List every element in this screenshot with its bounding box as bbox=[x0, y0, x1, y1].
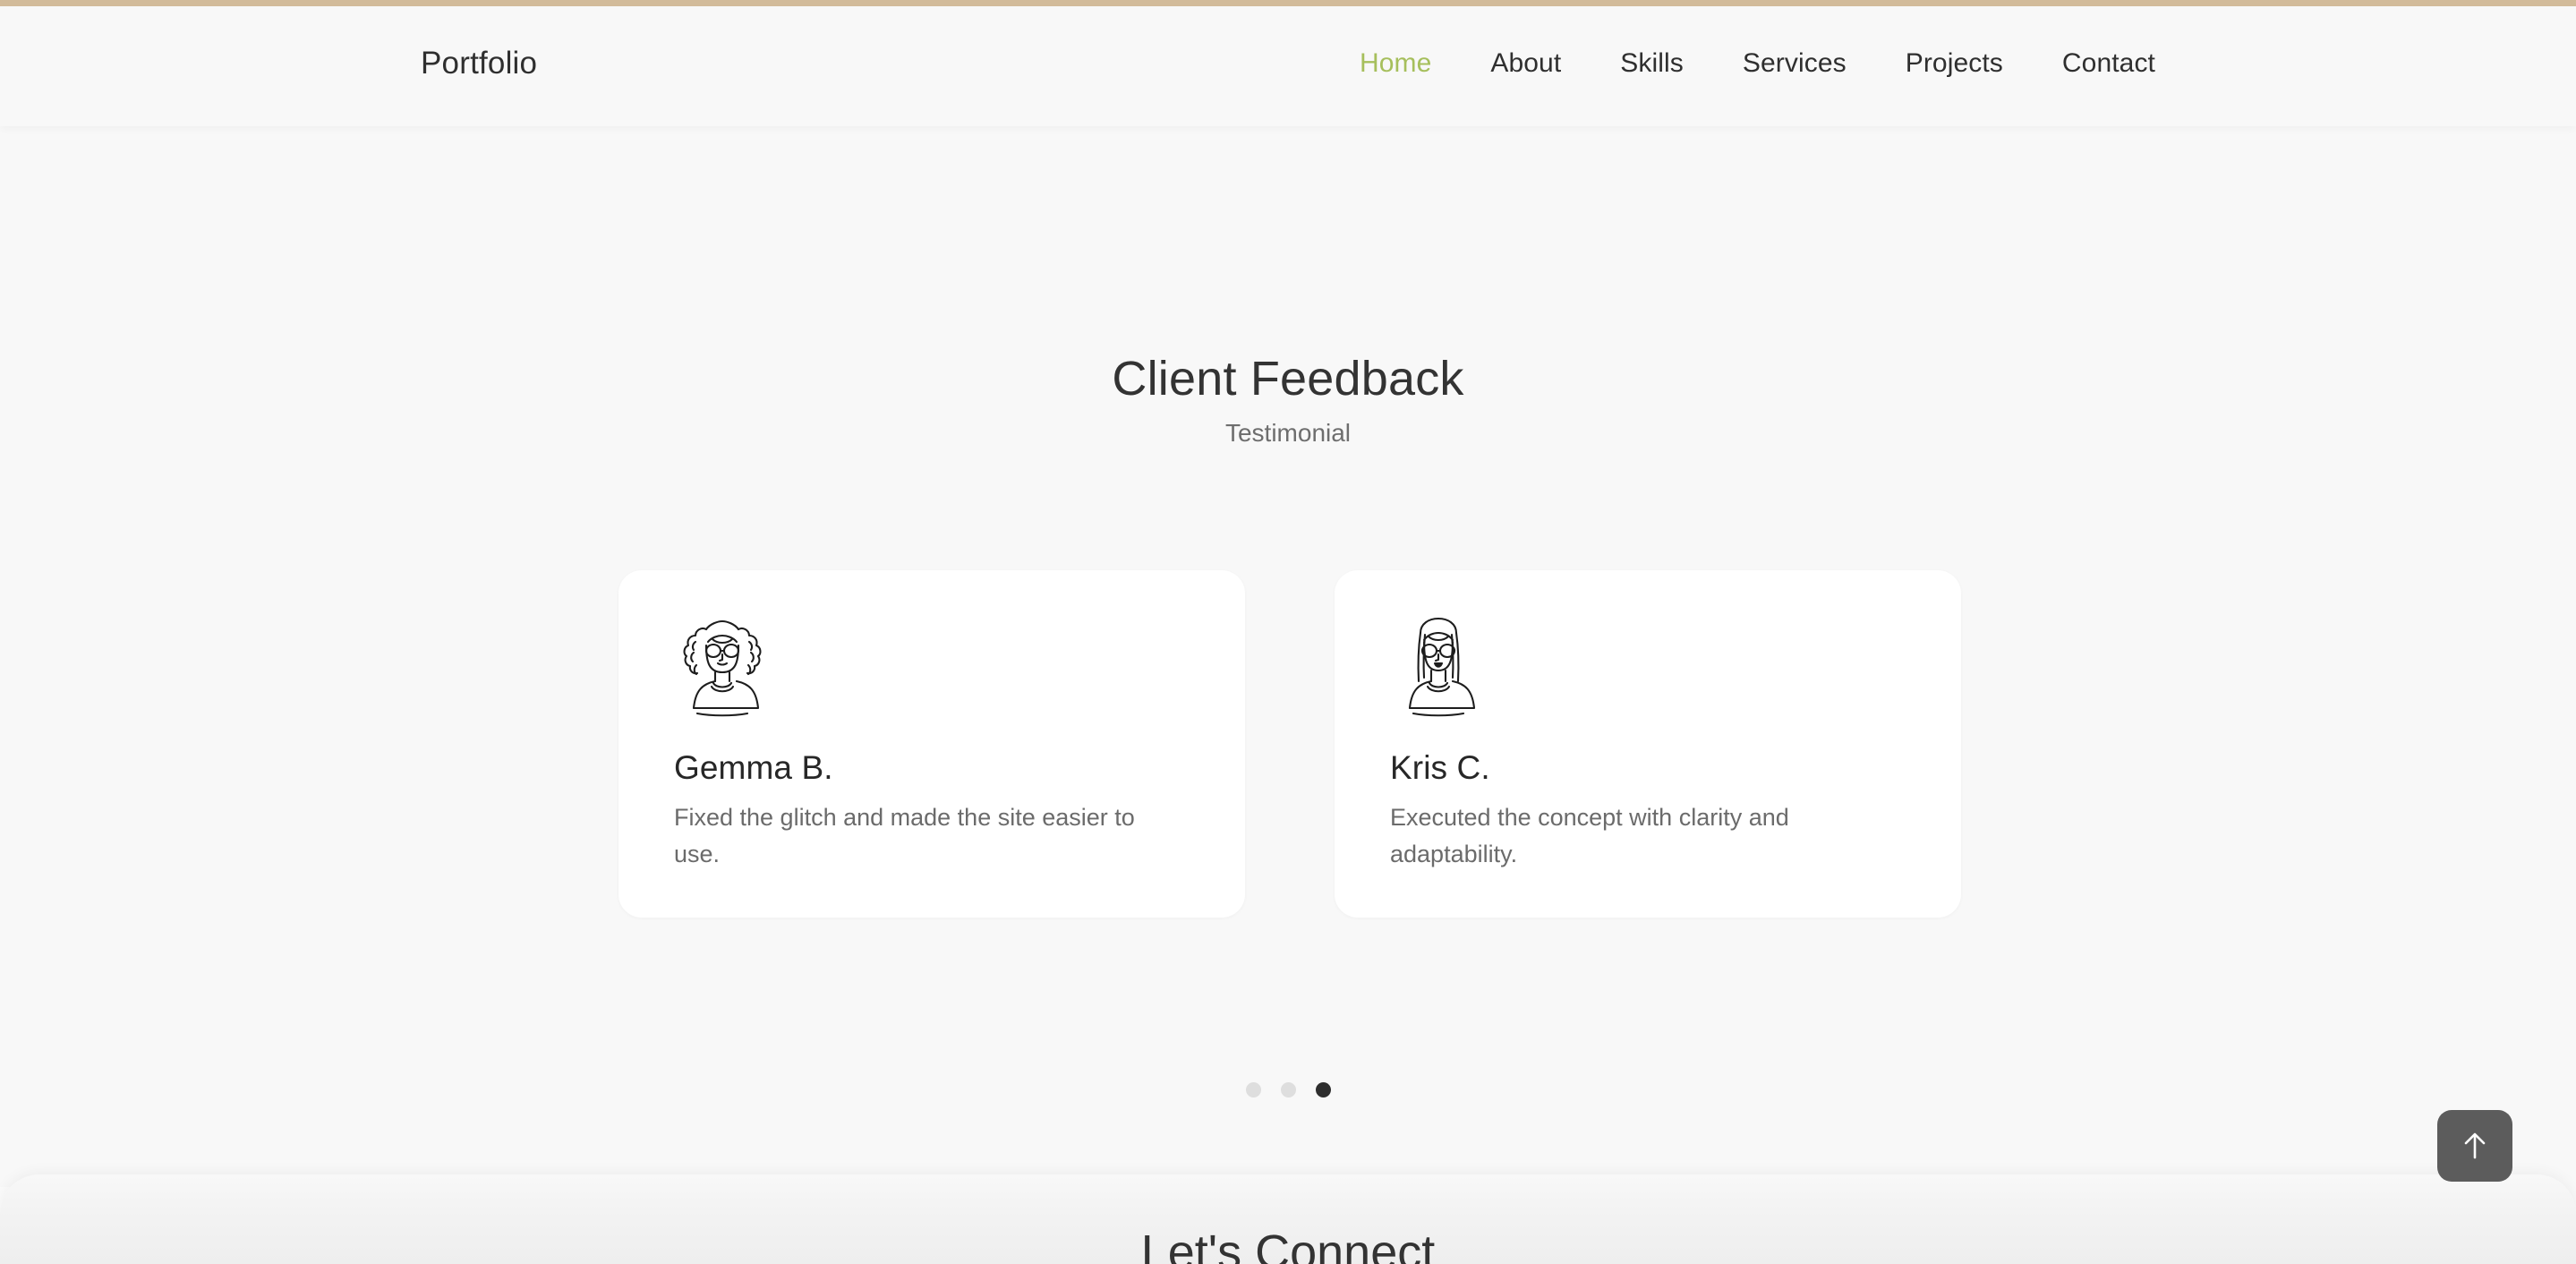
avatar-straight-hair-glasses-icon bbox=[1408, 617, 1476, 717]
client-name: Kris C. bbox=[1390, 749, 1490, 786]
page-title: Client Feedback bbox=[1112, 352, 1464, 406]
testimonial-card[interactable]: Gemma B. Fixed the glitch and made the s… bbox=[618, 570, 1245, 918]
avatar-curly-hair-glasses-icon bbox=[683, 619, 762, 717]
main-navigation: Home About Skills Services Projects Cont… bbox=[1360, 48, 2155, 79]
section-header: Client Feedback Testimonial bbox=[0, 354, 2576, 448]
client-name: Gemma B. bbox=[674, 749, 833, 786]
section-subtitle: Testimonial bbox=[1224, 418, 1352, 447]
nav-link-contact[interactable]: Contact bbox=[2062, 48, 2155, 79]
nav-link-home[interactable]: Home bbox=[1360, 48, 1431, 79]
top-accent-strip bbox=[0, 0, 2576, 6]
nav-link-skills[interactable]: Skills bbox=[1620, 48, 1684, 79]
carousel-dot-1[interactable] bbox=[1245, 1082, 1261, 1097]
client-quote: Executed the concept with clarity and ad… bbox=[1390, 804, 1789, 868]
scroll-to-top-button[interactable] bbox=[2437, 1110, 2512, 1182]
carousel-dots bbox=[0, 1082, 2576, 1097]
brand-logo[interactable]: Portfolio bbox=[421, 46, 537, 81]
next-section: Let's Connect bbox=[0, 1174, 2576, 1264]
carousel-dot-3[interactable] bbox=[1315, 1082, 1331, 1097]
client-quote: Fixed the glitch and made the site easie… bbox=[674, 804, 1135, 868]
carousel-dot-2[interactable] bbox=[1280, 1082, 1296, 1097]
next-section-title: Let's Connect bbox=[1140, 1226, 1436, 1264]
nav-link-projects[interactable]: Projects bbox=[1906, 48, 2003, 79]
testimonial-card[interactable]: Kris C. Executed the concept with clarit… bbox=[1335, 570, 1961, 918]
nav-link-services[interactable]: Services bbox=[1743, 48, 1847, 79]
nav-link-about[interactable]: About bbox=[1490, 48, 1561, 79]
testimonial-section: Client Feedback Testimonial Gemma B. Fix… bbox=[0, 126, 2576, 1138]
testimonial-cards-row: Gemma B. Fixed the glitch and made the s… bbox=[618, 570, 1961, 918]
arrow-up-icon bbox=[2464, 1132, 2486, 1159]
site-header: Portfolio Home About Skills Services Pro… bbox=[0, 0, 2576, 126]
